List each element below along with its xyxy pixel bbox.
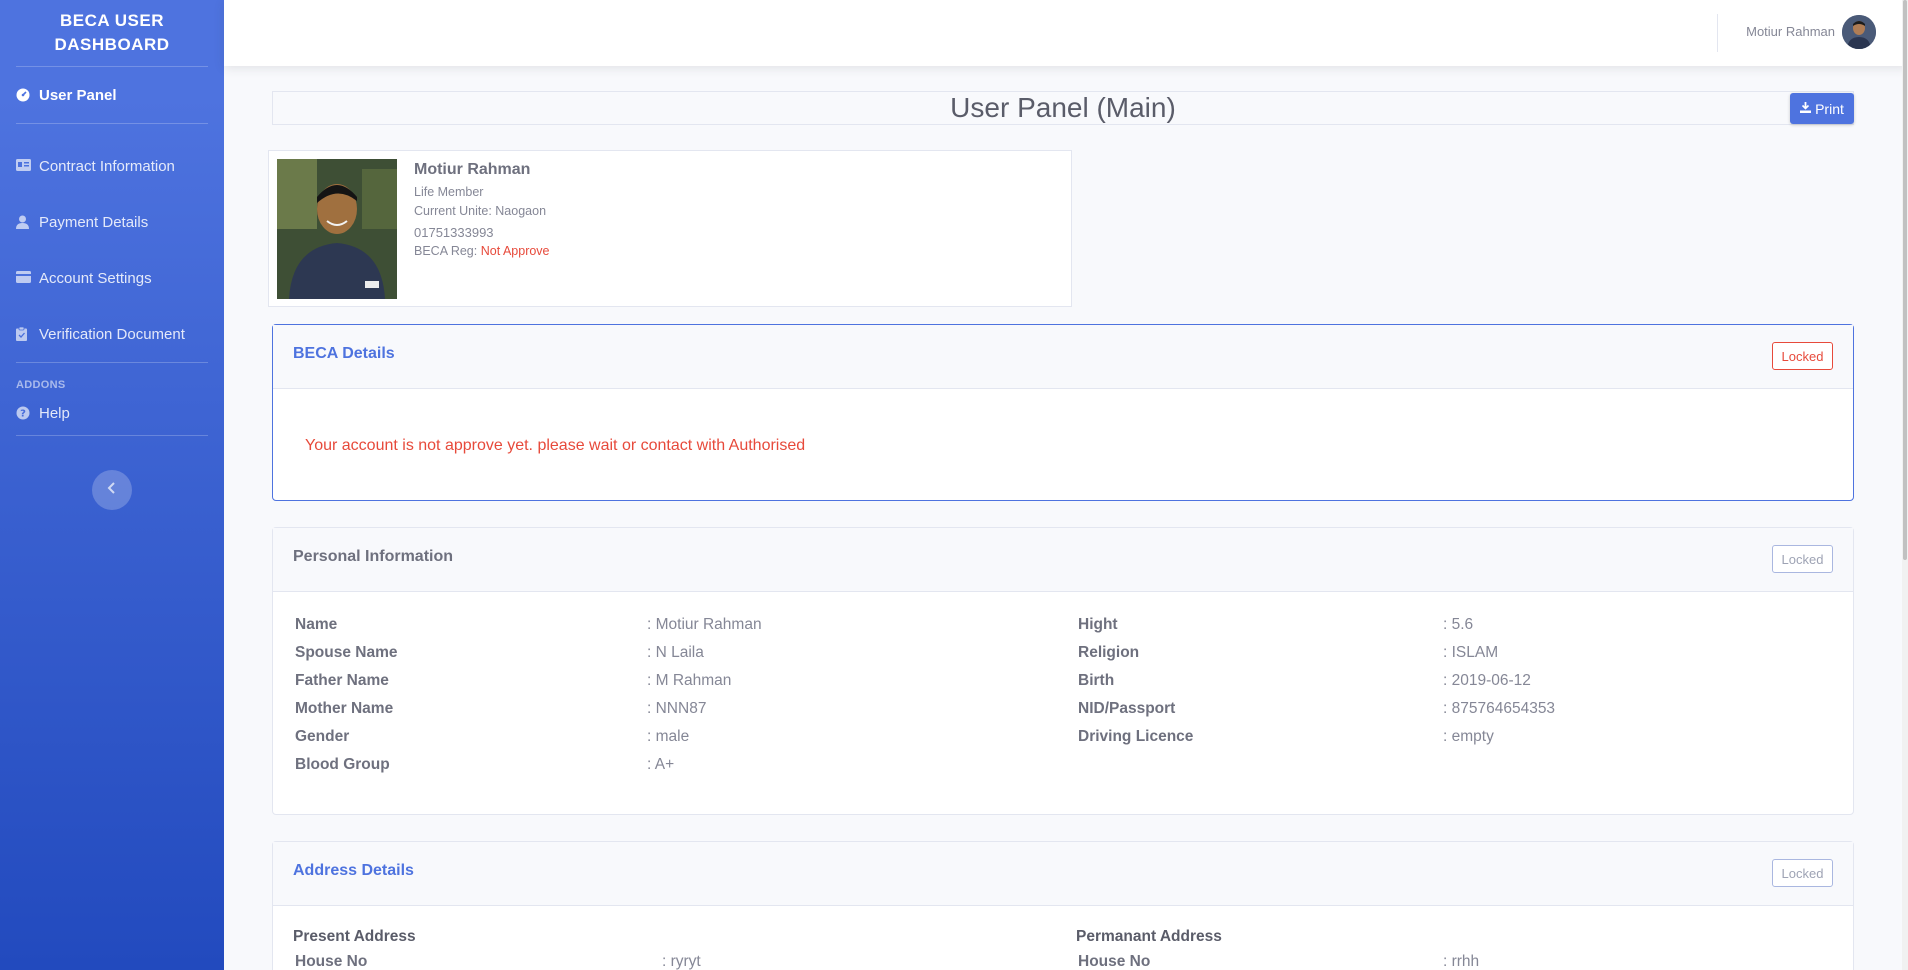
topbar-divider bbox=[1717, 14, 1718, 52]
download-icon bbox=[1800, 101, 1812, 116]
locked-button[interactable]: Locked bbox=[1772, 342, 1833, 370]
permanent-address-heading: Permanant Address bbox=[1076, 928, 1222, 945]
info-label: Hight bbox=[1078, 616, 1118, 633]
profile-name: Motiur Rahman bbox=[414, 161, 531, 178]
profile-current-unit: Current Unite: Naogaon bbox=[414, 204, 547, 218]
info-value: : 5.6 bbox=[1443, 616, 1474, 633]
chevron-left-icon bbox=[107, 481, 117, 499]
scrollbar-thumb[interactable] bbox=[1903, 0, 1907, 560]
info-label: Driving Licence bbox=[1078, 728, 1194, 745]
info-label: Gender bbox=[295, 728, 350, 745]
card-header: Address Details Locked bbox=[273, 842, 1853, 906]
info-value: : rrhh bbox=[1443, 953, 1480, 970]
page-title: User Panel (Main) bbox=[950, 92, 1176, 123]
profile-reg: BECA Reg: Not Approve bbox=[414, 242, 550, 261]
approval-message: Your account is not approve yet. please … bbox=[305, 437, 806, 454]
locked-button[interactable]: Locked bbox=[1772, 545, 1833, 573]
card-header: Personal Information Locked bbox=[273, 528, 1853, 592]
info-value: : NNN87 bbox=[647, 700, 707, 717]
profile-reg-status: Not Approve bbox=[480, 244, 550, 258]
present-address-heading: Present Address bbox=[293, 928, 416, 945]
id-card-icon bbox=[16, 159, 31, 173]
info-value: : ISLAM bbox=[1443, 644, 1499, 661]
profile-member-type: Life Member bbox=[414, 185, 484, 199]
info-label: Father Name bbox=[295, 672, 389, 689]
sidebar-item-label: Help bbox=[39, 404, 70, 422]
sidebar-item-verification-document[interactable]: Verification Document bbox=[0, 306, 224, 362]
credit-card-icon bbox=[16, 271, 31, 285]
info-value: : 875764654353 bbox=[1443, 700, 1556, 717]
sidebar-item-label: Account Settings bbox=[39, 269, 152, 287]
question-circle-icon: ? bbox=[16, 406, 31, 420]
info-value: : N Laila bbox=[647, 644, 704, 661]
sidebar-brand[interactable]: BECA USER DASHBOARD bbox=[0, 0, 224, 66]
info-value: : empty bbox=[1443, 728, 1494, 745]
info-label: House No bbox=[295, 953, 368, 970]
info-label: Religion bbox=[1078, 644, 1140, 661]
profile-info: Motiur Rahman Life Member Current Unite:… bbox=[414, 161, 550, 261]
profile-phone: 01751333993 bbox=[414, 225, 494, 240]
sidebar-divider bbox=[16, 435, 208, 436]
info-label: Mother Name bbox=[295, 700, 394, 717]
card-title: Address Details bbox=[293, 862, 414, 879]
info-label: Blood Group bbox=[295, 756, 390, 773]
sidebar-item-label: Payment Details bbox=[39, 213, 149, 231]
info-label: Spouse Name bbox=[295, 644, 398, 661]
info-value: : 2019-06-12 bbox=[1443, 672, 1531, 689]
tachometer-icon bbox=[16, 88, 31, 102]
info-label: NID/Passport bbox=[1078, 700, 1176, 717]
address-details-card: Address Details Locked Present Address P… bbox=[272, 841, 1854, 970]
locked-button[interactable]: Locked bbox=[1772, 859, 1833, 887]
info-value: : ryryt bbox=[662, 953, 701, 970]
sidebar-item-payment-details[interactable]: Payment Details bbox=[0, 194, 224, 250]
profile-reg-label: BECA Reg: bbox=[414, 244, 478, 258]
sidebar-item-account-settings[interactable]: Account Settings bbox=[0, 250, 224, 306]
sidebar-item-label: Verification Document bbox=[39, 325, 185, 343]
sidebar-item-contract-information[interactable]: Contract Information bbox=[0, 138, 224, 194]
info-value: : male bbox=[647, 728, 690, 745]
topbar: Motiur Rahman bbox=[224, 0, 1908, 66]
sidebar-item-help[interactable]: ? Help bbox=[0, 391, 224, 435]
user-icon bbox=[16, 215, 31, 229]
svg-text:?: ? bbox=[20, 409, 26, 420]
card-title: Personal Information bbox=[293, 548, 454, 565]
sidebar: BECA USER DASHBOARD User Panel Contract … bbox=[0, 0, 224, 970]
personal-information-card: Personal Information Locked Name : Motiu… bbox=[272, 527, 1854, 815]
card-title: BECA Details bbox=[293, 345, 395, 362]
sidebar-item-label: Contract Information bbox=[39, 157, 175, 175]
sidebar-item-user-panel[interactable]: User Panel bbox=[0, 67, 224, 123]
page-header: User Panel (Main) bbox=[272, 91, 1854, 125]
avatar[interactable] bbox=[1842, 15, 1876, 49]
sidebar-heading-addons: ADDONS bbox=[16, 379, 66, 391]
profile-card: Motiur Rahman Life Member Current Unite:… bbox=[268, 150, 1072, 307]
info-value: : Motiur Rahman bbox=[647, 616, 762, 633]
profile-photo bbox=[277, 159, 397, 299]
beca-details-card: BECA Details Locked Your account is not … bbox=[272, 324, 1854, 501]
sidebar-toggle-button[interactable] bbox=[92, 470, 132, 510]
print-button[interactable]: Print bbox=[1790, 93, 1854, 124]
topbar-user-name[interactable]: Motiur Rahman bbox=[1746, 24, 1835, 39]
print-label: Print bbox=[1815, 100, 1844, 117]
clipboard-icon bbox=[16, 327, 31, 341]
info-value: : M Rahman bbox=[647, 672, 732, 689]
info-label: House No bbox=[1078, 953, 1151, 970]
info-label: Birth bbox=[1078, 672, 1115, 689]
info-label: Name bbox=[295, 616, 338, 633]
card-header: BECA Details Locked bbox=[273, 325, 1853, 389]
info-value: : A+ bbox=[647, 756, 675, 773]
sidebar-item-label: User Panel bbox=[39, 86, 117, 104]
